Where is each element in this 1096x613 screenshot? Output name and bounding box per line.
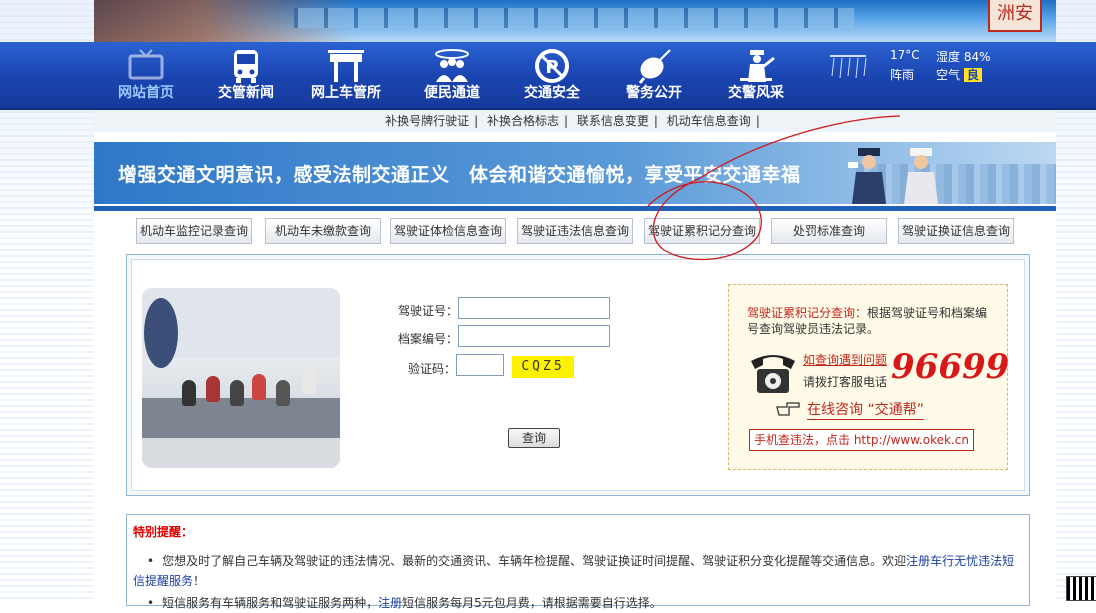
- tab-license-points-query[interactable]: 驾驶证累积记分查询: [644, 218, 760, 244]
- nav-item-news[interactable]: 交管新闻: [204, 42, 288, 108]
- main-nav: 网站首页 交管新闻 网上车管所 便民通道 P 交通安全: [0, 42, 1096, 110]
- humidity-value: 84%: [963, 50, 991, 64]
- link-replace-plate[interactable]: 补换号牌行驶证: [385, 114, 469, 128]
- humidity-label: 湿度: [936, 50, 961, 64]
- nav-label: 交警风采: [728, 85, 784, 101]
- slogan-banner: 增强交通文明意识，感受法制交通正义 体会和谐交通愉悦，享受平安交通幸福: [94, 142, 1056, 204]
- tab-license-renewal-query[interactable]: 驾驶证换证信息查询: [898, 218, 1014, 244]
- air-quality-badge: 良: [963, 68, 982, 82]
- reminder-title: 特别提醒：: [133, 525, 194, 539]
- query-panel: 驾驶证号： 档案编号： 验证码： CQZ5 查询 驾驶证累积记分查询：根据驾驶证…: [126, 254, 1030, 496]
- bus-icon: [234, 50, 258, 83]
- seal-stamp: 洲安: [988, 0, 1042, 32]
- people-icon: [435, 49, 469, 82]
- top-banner-image: 洲安: [94, 0, 1056, 42]
- police-emblem: [144, 298, 178, 368]
- nav-item-traffic-safety[interactable]: P 交通安全: [510, 42, 594, 108]
- link-contact-change[interactable]: 联系信息变更: [577, 114, 649, 128]
- bridge-graphic: [294, 8, 854, 28]
- archive-number-input[interactable]: [458, 325, 610, 347]
- tab-license-medical-query[interactable]: 驾驶证体检信息查询: [390, 218, 506, 244]
- weather-widget: 17°C 阵雨 湿度 84% 空气 良: [826, 46, 1006, 90]
- sub-links-bar: 补换号牌行驶证 | 补换合格标志 | 联系信息变更 | 机动车信息查询 |: [94, 110, 1056, 132]
- register-link[interactable]: 注册: [378, 596, 402, 610]
- slogan-text: 增强交通文明意识，感受法制交通正义 体会和谐交通愉悦，享受平安交通幸福: [118, 164, 801, 186]
- tv-icon: [128, 49, 164, 80]
- nav-item-convenience[interactable]: 便民通道: [410, 42, 494, 108]
- online-consult-link[interactable]: 在线咨询 “交通帮”: [807, 399, 924, 420]
- telephone-icon: [751, 355, 795, 393]
- archive-number-label: 档案编号：: [397, 332, 458, 346]
- nav-item-police-style[interactable]: 交警风采: [714, 42, 798, 108]
- nav-item-vehicle-office[interactable]: 网上车管所: [304, 42, 388, 108]
- bullet: •: [147, 554, 155, 568]
- captcha-image[interactable]: CQZ5: [512, 356, 574, 378]
- tab-vehicle-unpaid-query[interactable]: 机动车未缴款查询: [265, 218, 381, 244]
- divider: [94, 206, 1056, 211]
- nav-item-home[interactable]: 网站首页: [104, 42, 188, 108]
- captcha-input[interactable]: [456, 354, 504, 376]
- satellite-icon: [638, 49, 671, 84]
- tab-license-violation-query[interactable]: 驾驶证违法信息查询: [517, 218, 633, 244]
- link-replace-mark[interactable]: 补换合格标志: [487, 114, 559, 128]
- help-question-link[interactable]: 如查询遇到问题: [803, 351, 887, 368]
- dial-text: 请拨打客服电话: [803, 375, 888, 389]
- help-info-box: 驾驶证累积记分查询：根据驾驶证号和档案编号查询驾驶员违法记录。 如查询遇到问题 …: [728, 284, 1010, 470]
- nav-label: 网上车管所: [311, 85, 381, 101]
- officer-icon: [740, 50, 775, 82]
- tab-vehicle-monitor-query[interactable]: 机动车监控记录查询: [136, 218, 252, 244]
- weather-temp: 17°C: [890, 48, 920, 62]
- license-number-label: 驾驶证号：: [397, 304, 458, 318]
- nav-label: 网站首页: [118, 85, 174, 101]
- link-vehicle-query[interactable]: 机动车信息查询: [667, 114, 751, 128]
- air-label: 空气: [936, 68, 961, 82]
- pointing-hand-icon: [776, 402, 800, 416]
- hotline-number: 96699: [891, 347, 1010, 387]
- tab-penalty-standard-query[interactable]: 处罚标准查询: [771, 218, 887, 244]
- nav-label: 便民通道: [424, 85, 480, 101]
- mobile-query-link[interactable]: 手机查违法，点击 http://www.okek.cn: [749, 429, 974, 451]
- rain-icon: [830, 55, 867, 79]
- service-hall-photo: [142, 288, 340, 468]
- weather-condition: 阵雨: [890, 68, 915, 82]
- nav-label: 警务公开: [626, 85, 682, 101]
- captcha-label: 验证码：: [407, 362, 456, 376]
- reminder-text-2: 短信服务有车辆服务和驾驶证服务两种，: [162, 596, 379, 610]
- nav-label: 交通安全: [524, 85, 580, 101]
- nav-item-police-affairs[interactable]: 警务公开: [612, 42, 696, 108]
- special-reminder-panel: 特别提醒： • 您想及时了解自己车辆及驾驶证的违法情况、最新的交通资讯、车辆年检提…: [126, 514, 1030, 610]
- police-officer-image: [848, 148, 886, 204]
- gate-icon: [328, 50, 364, 82]
- nav-label: 交管新闻: [218, 85, 274, 101]
- query-button[interactable]: 查询: [508, 428, 560, 448]
- qr-code-icon[interactable]: [1066, 576, 1096, 601]
- reminder-text: 您想及时了解自己车辆及驾驶证的违法情况、最新的交通资讯、车辆年检提醒、驾驶证换证…: [162, 554, 907, 568]
- license-number-input[interactable]: [458, 297, 610, 319]
- no-parking-icon: P: [535, 49, 569, 83]
- info-title: 驾驶证累积记分查询：: [747, 306, 868, 320]
- police-officer-image: [904, 148, 938, 204]
